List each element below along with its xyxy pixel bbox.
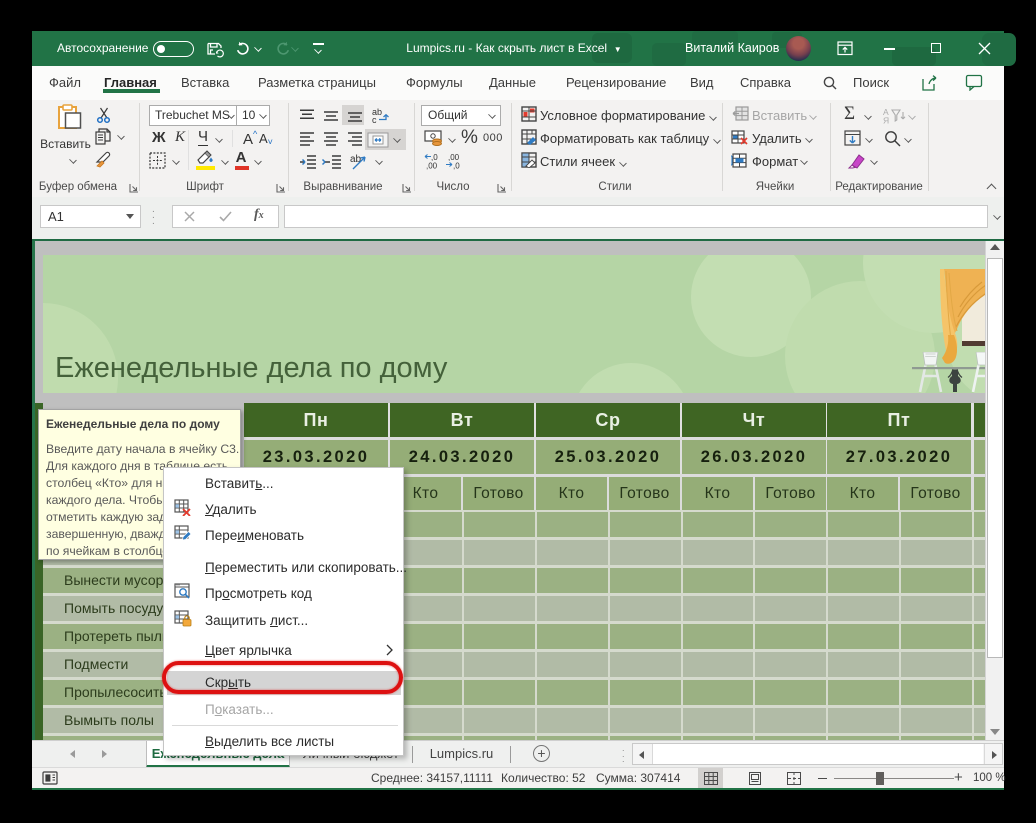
svg-text:,00: ,00 [426, 162, 438, 171]
svg-text:Я: Я [883, 116, 889, 125]
svg-text:ab: ab [350, 154, 362, 165]
svg-text:c: c [372, 115, 377, 124]
svg-text:,0: ,0 [453, 162, 460, 171]
